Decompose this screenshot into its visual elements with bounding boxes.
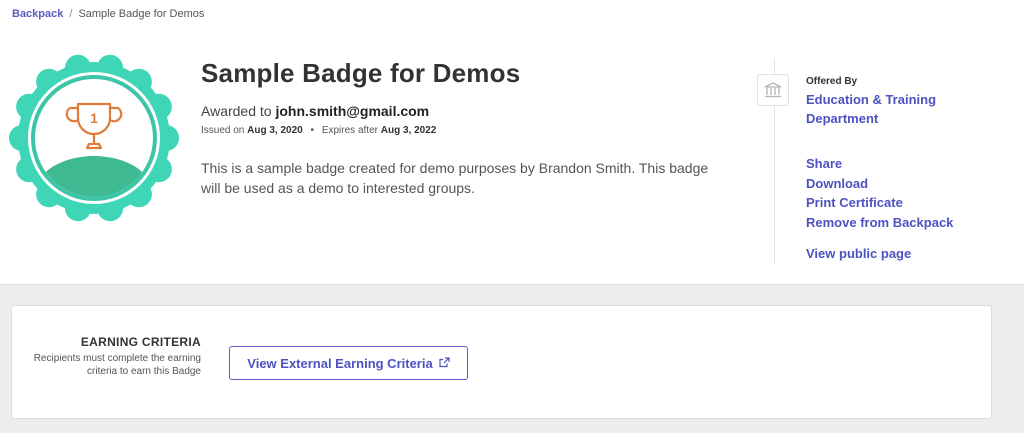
earning-criteria-card: EARNING CRITERIA Recipients must complet… <box>11 305 992 419</box>
issued-date: Aug 3, 2020 <box>247 125 303 136</box>
breadcrumb: Backpack / Sample Badge for Demos <box>12 8 204 20</box>
breadcrumb-current: Sample Badge for Demos <box>78 8 205 20</box>
badge-actions: Share Download Print Certificate Remove … <box>806 154 953 232</box>
issuer-name-link[interactable]: Education & Training Department <box>806 90 986 128</box>
badge-image: 1 <box>8 52 180 224</box>
download-link[interactable]: Download <box>806 174 953 194</box>
view-external-criteria-button[interactable]: View External Earning Criteria <box>229 346 468 380</box>
recipient-email: john.smith@gmail.com <box>275 103 430 119</box>
breadcrumb-backpack-link[interactable]: Backpack <box>12 8 63 20</box>
external-link-icon <box>439 356 450 371</box>
institution-icon <box>757 74 789 106</box>
awarded-prefix: Awarded to <box>201 103 272 119</box>
earning-criteria-heading: EARNING CRITERIA <box>80 335 201 349</box>
remove-from-backpack-link[interactable]: Remove from Backpack <box>806 213 953 233</box>
expires-date: Aug 3, 2022 <box>380 125 437 136</box>
issued-label: Issued on <box>201 125 245 136</box>
earning-criteria-description: Recipients must complete the earning cri… <box>33 353 201 377</box>
view-external-criteria-label: View External Earning Criteria <box>247 355 433 371</box>
dates-separator: • <box>310 125 315 136</box>
view-public-page-link[interactable]: View public page <box>806 246 911 261</box>
offered-by-label: Offered By <box>806 76 858 87</box>
expires-label: Expires after <box>321 125 378 136</box>
share-link[interactable]: Share <box>806 154 953 174</box>
breadcrumb-separator: / <box>69 8 73 20</box>
trophy-number: 1 <box>90 110 98 126</box>
badge-dates: Issued on Aug 3, 2020 • Expires after Au… <box>201 125 436 136</box>
badge-title: Sample Badge for Demos <box>201 58 521 88</box>
badge-emblem-icon: 1 <box>9 54 179 222</box>
print-certificate-link[interactable]: Print Certificate <box>806 193 953 213</box>
awarded-line: Awarded to john.smith@gmail.com <box>201 103 429 119</box>
badge-description: This is a sample badge created for demo … <box>201 160 709 196</box>
